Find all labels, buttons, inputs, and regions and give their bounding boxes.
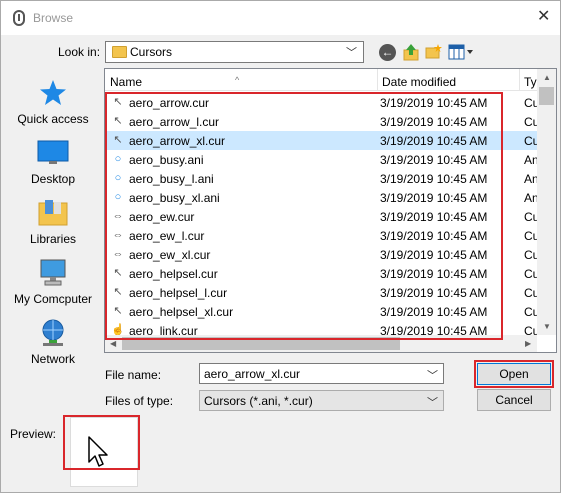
file-type-label: Files of type:: [105, 394, 174, 408]
browse-dialog: Browse ✕ Look in: Cursors ﹀ ← Quick acce…: [0, 0, 561, 493]
place-label: My Comcputer: [13, 292, 93, 306]
column-date[interactable]: Date modified: [382, 75, 456, 89]
chevron-down-icon: ﹀: [346, 47, 357, 59]
network-icon: [42, 319, 64, 346]
place-label: Libraries: [29, 232, 77, 246]
column-name[interactable]: Name: [110, 75, 142, 89]
column-divider[interactable]: [519, 69, 520, 91]
up-folder-icon[interactable]: [403, 43, 419, 61]
chevron-down-icon[interactable]: ﹀: [427, 367, 438, 383]
libraries-icon: [38, 200, 68, 226]
view-menu-icon[interactable]: [448, 44, 474, 60]
paperclip-icon: [13, 10, 25, 26]
look-in-combo[interactable]: Cursors ﹀: [105, 41, 364, 63]
column-type[interactable]: Ty: [524, 75, 537, 89]
highlight-preview: [63, 415, 140, 470]
vertical-scrollbar[interactable]: ▲ ▼: [537, 69, 556, 335]
place-label: Quick access: [17, 112, 89, 126]
scroll-up-icon[interactable]: ▲: [543, 73, 551, 82]
file-type: An: [524, 153, 537, 167]
file-name-label: File name:: [105, 368, 162, 382]
look-in-label: Look in:: [58, 45, 101, 59]
highlight-open-button: [474, 360, 554, 388]
file-type-value: Cursors (*.ani, *.cur): [204, 394, 313, 408]
file-type: Cu: [524, 248, 537, 262]
place-quick-access[interactable]: Quick access: [5, 79, 101, 126]
file-type: An: [524, 191, 537, 205]
cancel-button[interactable]: Cancel: [477, 389, 551, 411]
place-my-computer[interactable]: My Comcputer: [5, 259, 101, 306]
highlight-file-list: [105, 92, 503, 340]
preview-label: Preview:: [10, 427, 57, 441]
title-bar: Browse ✕: [1, 1, 560, 35]
scroll-right-icon[interactable]: ▶: [525, 339, 531, 348]
place-label: Desktop: [30, 172, 76, 186]
quick-access-icon: [40, 80, 66, 105]
file-type: Cu: [524, 305, 537, 319]
back-icon[interactable]: ←: [379, 44, 396, 61]
file-type: Cu: [524, 134, 537, 148]
computer-icon: [40, 259, 66, 286]
sort-ascending-icon: ^: [235, 75, 240, 85]
place-desktop[interactable]: Desktop: [5, 139, 101, 186]
chevron-down-icon[interactable]: ﹀: [427, 394, 438, 410]
file-type: Cu: [524, 96, 537, 110]
place-label: Network: [30, 352, 75, 366]
look-in-value: Cursors: [130, 45, 173, 59]
place-network[interactable]: Network: [5, 319, 101, 366]
file-type: Cu: [524, 267, 537, 281]
file-type-select[interactable]: Cursors (*.ani, *.cur) ﹀: [199, 390, 444, 411]
file-type: Cu: [524, 229, 537, 243]
scroll-thumb[interactable]: [539, 87, 554, 105]
desktop-icon: [37, 140, 69, 164]
window-title: Browse: [33, 11, 74, 25]
new-folder-icon[interactable]: [425, 44, 442, 59]
folder-icon: [112, 46, 127, 58]
file-type: Cu: [524, 286, 537, 300]
scroll-left-icon[interactable]: ◀: [110, 339, 116, 348]
scroll-down-icon[interactable]: ▼: [543, 322, 551, 331]
file-type: Cu: [524, 210, 537, 224]
column-header: ^ Name Date modified Ty: [105, 69, 537, 91]
places-bar: Quick access Desktop Libraries My Comcpu…: [5, 69, 101, 449]
file-type: An: [524, 172, 537, 186]
close-button[interactable]: ✕: [537, 8, 550, 26]
file-name-value: aero_arrow_xl.cur: [204, 367, 301, 381]
column-divider[interactable]: [377, 69, 378, 91]
file-name-input[interactable]: aero_arrow_xl.cur ﹀: [199, 363, 444, 384]
file-type: Cu: [524, 115, 537, 129]
place-libraries[interactable]: Libraries: [5, 199, 101, 246]
